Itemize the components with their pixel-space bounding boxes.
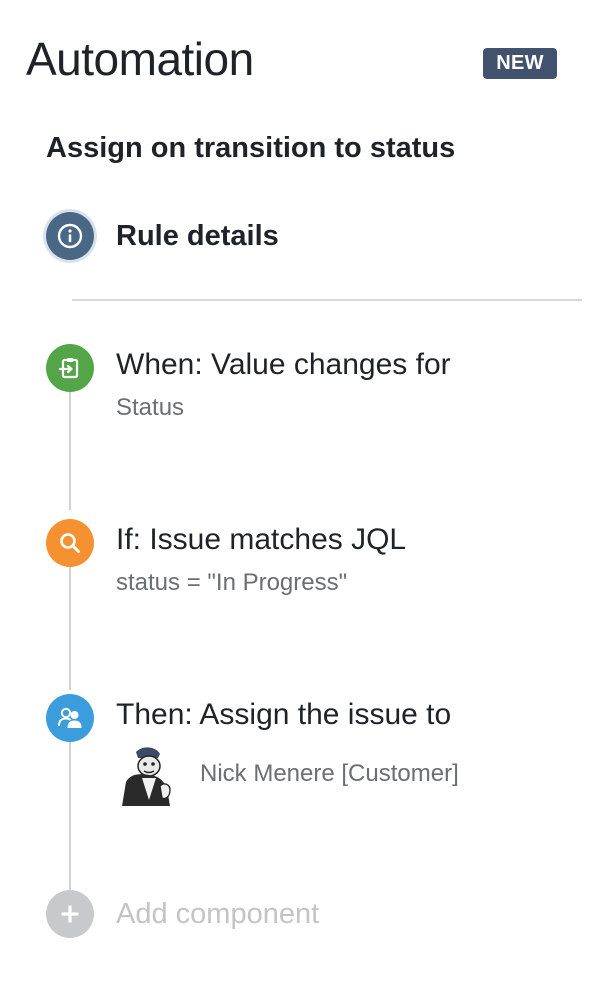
rule-name: Assign on transition to status [46,132,456,164]
assignee-name: Nick Menere [Customer] [200,760,459,787]
search-icon [46,519,94,567]
add-component-label: Add component [116,897,320,930]
condition-step[interactable]: If: Issue matches JQL status = "In Progr… [46,519,406,597]
add-component-button[interactable]: Add component [46,890,319,938]
rule-details-item[interactable]: Rule details [46,212,279,260]
page-title: Automation [26,33,254,85]
assign-user-icon [46,694,94,742]
new-badge: NEW [483,48,557,79]
assignee[interactable]: Nick Menere [Customer] [116,742,459,806]
rule-details-label: Rule details [116,219,279,252]
trigger-step[interactable]: When: Value changes for Status [46,344,451,422]
condition-detail: status = "In Progress" [116,569,348,596]
trigger-icon [46,344,94,392]
condition-heading: If: Issue matches JQL [116,523,407,556]
divider [72,299,582,301]
info-icon [46,212,94,260]
action-heading: Then: Assign the issue to [116,698,452,731]
avatar [116,742,180,806]
action-step[interactable]: Then: Assign the issue to Nick Menere [C… [46,694,459,806]
plus-icon [46,890,94,938]
trigger-heading: When: Value changes for [116,348,451,381]
trigger-detail: Status [116,394,185,421]
